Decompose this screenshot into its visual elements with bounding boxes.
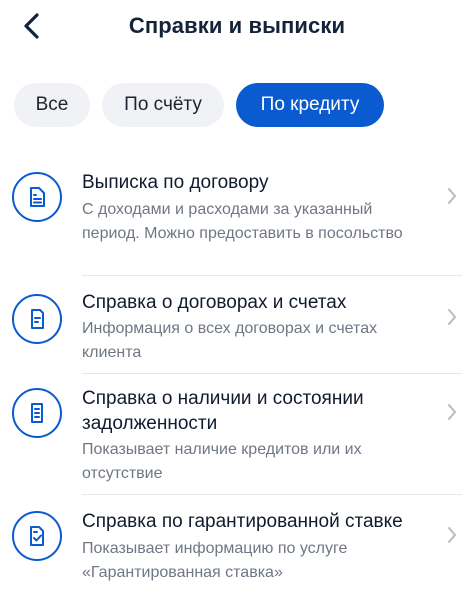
filter-tabs: Все По счёту По кредиту [14,83,384,127]
statement-document-icon [12,172,62,222]
document-check-icon [12,511,62,561]
tab-all[interactable]: Все [14,83,90,127]
item-title: Выписка по договору [82,172,269,193]
item-title: Справка о договорах и счетах [82,292,347,313]
list-item-debt-status[interactable]: Справка о наличии и состоянии задолженно… [0,374,474,495]
chevron-right-icon [442,402,462,422]
item-title: Справка по гарантированной ставке [82,511,403,532]
tab-by-credit[interactable]: По кредиту [236,83,384,127]
item-description: Информация о всех договорах и счетах кли… [82,320,378,361]
list-item-contract-statement[interactable]: Выписка по договору С доходами и расхода… [0,160,474,276]
document-icon [12,294,62,344]
page-title: Справки и выписки [128,13,346,38]
list-item-contracts-accounts[interactable]: Справка о договорах и счетах Информация … [0,276,474,374]
chevron-right-icon [442,525,462,545]
item-description: Показывает наличие кредитов или их отсут… [82,441,362,482]
list-item-guaranteed-rate[interactable]: Справка по гарантированной ставке Показы… [0,495,474,591]
receipt-icon [12,388,62,438]
chevron-right-icon [442,186,462,206]
chevron-right-icon [442,307,462,327]
item-title: Справка о наличии и состоянии задолженно… [82,388,364,434]
item-description: Показывает информацию по услуге «Гаранти… [82,540,348,581]
item-description: С доходами и расходами за указанный пери… [82,201,403,242]
header: Справки и выписки [0,0,474,56]
tab-by-account[interactable]: По счёту [102,83,224,127]
